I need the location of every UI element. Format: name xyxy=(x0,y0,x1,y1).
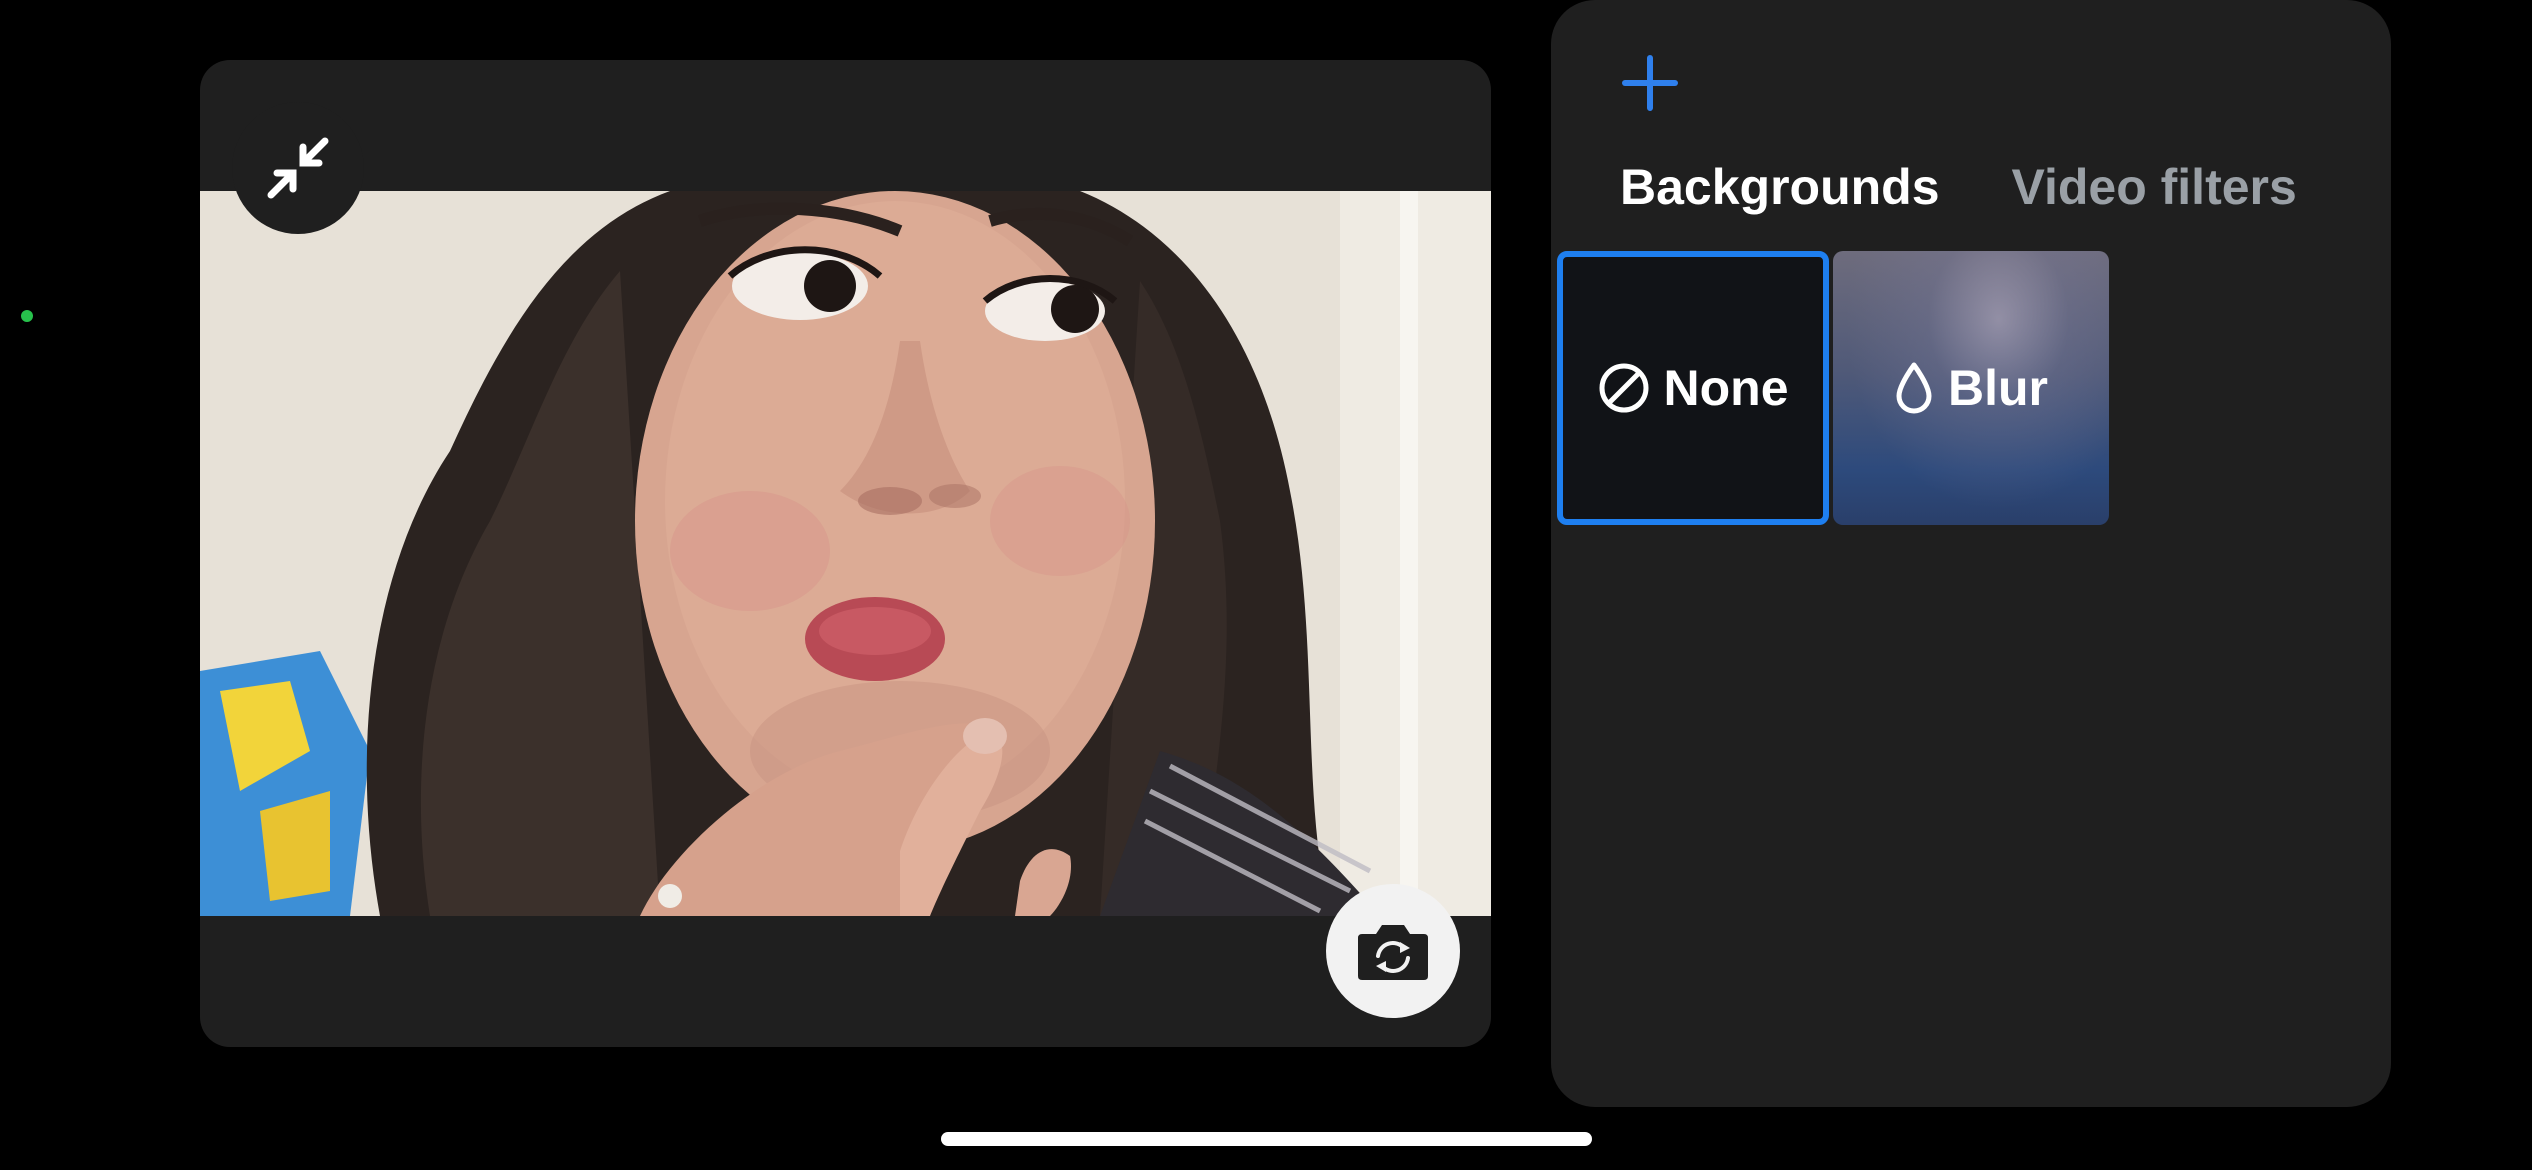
background-option-none[interactable]: None xyxy=(1557,251,1829,525)
effects-tabs: Backgrounds Video filters xyxy=(1620,150,2297,224)
tab-video-filters[interactable]: Video filters xyxy=(2012,150,2297,224)
video-preview-card xyxy=(200,60,1491,1047)
background-option-label: Blur xyxy=(1948,360,2048,416)
background-option-blur[interactable]: Blur xyxy=(1833,251,2109,525)
flip-camera-icon xyxy=(1358,925,1428,980)
plus-icon xyxy=(1622,55,1678,111)
none-slash-icon xyxy=(1599,363,1648,413)
tab-backgrounds[interactable]: Backgrounds xyxy=(1620,150,1940,224)
home-indicator[interactable] xyxy=(941,1132,1592,1146)
camera-video-feed xyxy=(200,191,1491,916)
minimize-preview-button[interactable] xyxy=(232,102,364,234)
screen: Backgrounds Video filters None Blur xyxy=(0,0,2532,1170)
effects-panel: Backgrounds Video filters None Blur xyxy=(1551,0,2391,1107)
flip-camera-button[interactable] xyxy=(1326,884,1460,1018)
camera-in-use-indicator xyxy=(21,310,33,322)
droplet-icon xyxy=(1896,362,1932,414)
minimize-arrows-icon xyxy=(267,137,329,199)
background-option-label: None xyxy=(1663,360,1789,416)
background-options: None Blur xyxy=(1557,251,2109,525)
add-background-button[interactable] xyxy=(1621,54,1679,112)
